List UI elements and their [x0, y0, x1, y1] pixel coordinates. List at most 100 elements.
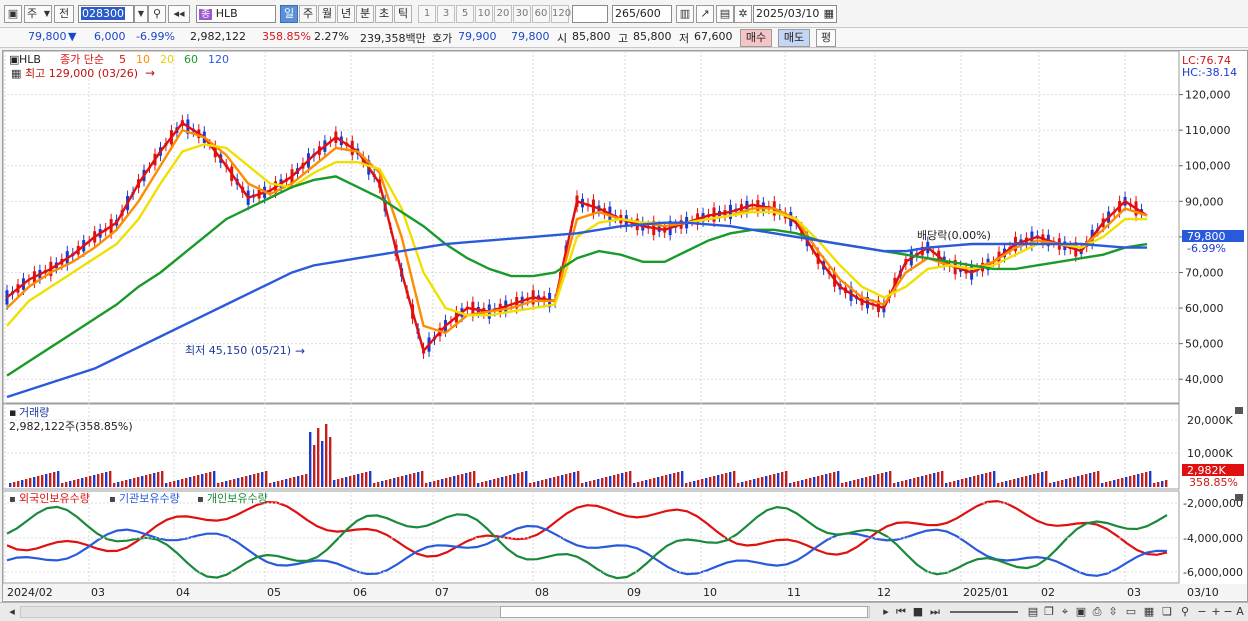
save-icon[interactable]: ▤	[716, 5, 734, 23]
count-field[interactable]: 265/600	[612, 5, 672, 23]
play-icon[interactable]: ▸	[880, 605, 892, 619]
period-button-3[interactable]: 년	[337, 5, 355, 23]
number-button-3[interactable]: 3	[437, 5, 455, 23]
volume-bar-228	[921, 476, 924, 487]
duplicate-icon[interactable]: ❏	[1160, 605, 1174, 619]
window-menu-icon[interactable]: ▣	[4, 5, 22, 23]
number-button-30[interactable]: 30	[513, 5, 531, 23]
search-icon[interactable]: ⚲	[148, 5, 166, 23]
crosshair-icon[interactable]: ⌖	[1058, 605, 1072, 619]
number-button-20[interactable]: 20	[494, 5, 512, 23]
scale-icon[interactable]: ⇳	[1106, 605, 1120, 619]
period-button-1[interactable]: 주	[299, 5, 317, 23]
ma-label: 종가 단순	[60, 53, 104, 66]
grid-toggle-icon[interactable]: ▦	[1142, 605, 1156, 619]
volume-bar-4	[25, 479, 28, 487]
volume-bar-71	[293, 477, 296, 487]
volume-bar-138	[561, 475, 564, 487]
window-icon[interactable]: ▭	[1124, 605, 1138, 619]
volume-bar-155	[629, 471, 632, 487]
draw-tool-icon[interactable]: ↗	[696, 5, 714, 23]
volume-bar-8	[41, 475, 44, 487]
stop-icon[interactable]: ■	[912, 605, 924, 619]
scroll-left-icon[interactable]: ◂	[6, 605, 18, 619]
volume-bar-62	[257, 473, 260, 487]
ma-legend-120: 120	[208, 53, 229, 66]
volume-bar-100	[409, 474, 412, 487]
volume-bar-278	[1121, 478, 1124, 487]
zoom-slider[interactable]	[950, 611, 1018, 613]
min-arrow-icon: →	[295, 344, 305, 358]
screen-icon[interactable]: ▣	[1074, 605, 1088, 619]
volume-bar-185	[749, 480, 752, 487]
layout-icon[interactable]: ▤	[1026, 605, 1040, 619]
font-size-icon[interactable]: A	[1234, 605, 1246, 619]
volume-bar-42	[177, 480, 180, 487]
volume-bar-60	[249, 475, 252, 487]
grid-icon[interactable]: ▦	[11, 67, 21, 80]
hc-label: HC:-38.14	[1182, 66, 1237, 79]
number-button-10[interactable]: 10	[475, 5, 493, 23]
period-button-0[interactable]: 일	[280, 5, 298, 23]
volume-bar-210	[849, 481, 852, 487]
forward-icon[interactable]: ⏭	[928, 605, 942, 619]
chart-area[interactable]: 120,000110,000100,00090,00080,00070,0006…	[2, 50, 1248, 602]
volume-bar-3	[21, 480, 24, 487]
volume-bar-19	[85, 477, 88, 487]
volume-bar-216	[873, 475, 876, 487]
volume-bar-114	[465, 473, 468, 487]
panel-title-icon: ▣	[9, 53, 19, 66]
volume-bar-97	[397, 477, 400, 487]
chart-svg[interactable]: 120,000110,000100,00090,00080,00070,0006…	[3, 51, 1247, 601]
extra-select[interactable]	[572, 5, 608, 23]
turnover: 2.27%	[314, 30, 349, 43]
volume-bar-255	[1029, 475, 1032, 487]
zoom-out-icon[interactable]: −	[1196, 605, 1208, 619]
volume-panel-close-icon[interactable]	[1235, 407, 1243, 414]
volume-bar-161	[653, 478, 656, 487]
volume-bar-229	[925, 475, 928, 487]
volume-bar-73	[301, 475, 304, 487]
volume-bar-271	[1093, 472, 1096, 487]
volume-bar-153	[621, 473, 624, 487]
price-change-pct: -6.99%	[136, 30, 175, 43]
buy-button[interactable]: 매수	[740, 29, 772, 47]
volume-bar-201	[813, 477, 816, 487]
minus-icon[interactable]: −	[1222, 605, 1234, 619]
chart-settings-icon[interactable]: ▥	[676, 5, 694, 23]
stock-code-input[interactable]: 028300	[78, 5, 134, 23]
zoom-icon[interactable]: ⚲	[1178, 605, 1192, 619]
print-icon[interactable]: ⎙	[1090, 605, 1104, 619]
zoom-in-icon[interactable]: +	[1210, 605, 1222, 619]
number-button-1[interactable]: 1	[418, 5, 436, 23]
date-field[interactable]: 2025/03/10 ▦	[753, 5, 837, 23]
volume-bar-52	[217, 483, 220, 487]
scrollbar-thumb[interactable]	[500, 606, 868, 618]
sell-button[interactable]: 매도	[778, 29, 810, 47]
volume-bar-133	[541, 480, 544, 487]
code-dropdown-button[interactable]: ▼	[134, 5, 148, 23]
number-button-5[interactable]: 5	[456, 5, 474, 23]
calendar-icon[interactable]: ▦	[824, 6, 834, 22]
prev-button[interactable]: 전	[54, 5, 74, 23]
volume-bar-275	[1109, 481, 1112, 487]
rewind-icon[interactable]: ⏮	[894, 605, 908, 619]
copy-icon[interactable]: ❐	[1042, 605, 1056, 619]
holding-panel-close-icon[interactable]	[1235, 494, 1243, 501]
period-button-4[interactable]: 분	[356, 5, 374, 23]
volume-bar-115	[469, 472, 472, 487]
volume-bar-184	[745, 481, 748, 487]
period-select[interactable]: 주 ▼	[24, 5, 52, 23]
stock-name-field[interactable]: 종 HLB	[196, 5, 276, 23]
period-button-6[interactable]: 틱	[394, 5, 412, 23]
volume-bar-25	[109, 471, 112, 487]
number-button-60[interactable]: 60	[532, 5, 550, 23]
gear-icon[interactable]: ✲	[734, 5, 752, 23]
volume-bar-34	[145, 475, 148, 487]
holding-legend-icon-2: ▪	[197, 494, 204, 505]
speaker-icon[interactable]: ◂◂	[168, 5, 190, 23]
period-button-5[interactable]: 초	[375, 5, 393, 23]
number-button-120[interactable]: 120	[551, 5, 571, 23]
eval-button[interactable]: 평	[816, 29, 836, 47]
period-button-2[interactable]: 월	[318, 5, 336, 23]
